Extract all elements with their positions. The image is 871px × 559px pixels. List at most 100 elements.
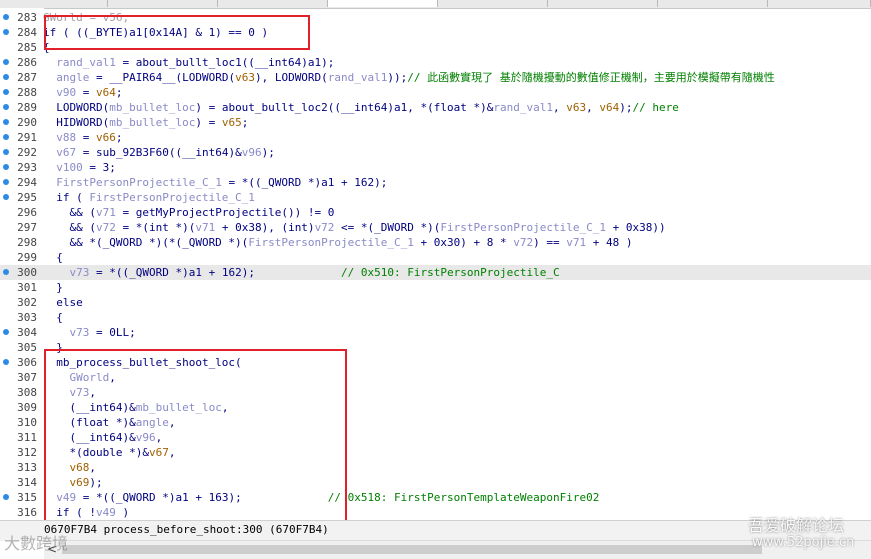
code-line[interactable]: 297 && (v72 = *(int *)(v71 + 0x38), (int… (0, 220, 871, 235)
code-line[interactable]: 291 v88 = v66; (0, 130, 871, 145)
code-text[interactable]: HIDWORD(mb_bullet_loc) = v65; (43, 115, 248, 130)
code-line[interactable]: 290 HIDWORD(mb_bullet_loc) = v65; (0, 115, 871, 130)
code-line[interactable]: 286 rand_val1 = about_bullt_loc1((__int6… (0, 55, 871, 70)
code-text[interactable]: v90 = v64; (43, 85, 122, 100)
code-line[interactable]: 312 *(double *)&v67, (0, 445, 871, 460)
code-text[interactable]: GWorld, (43, 370, 116, 385)
code-line[interactable]: 304 v73 = 0LL; (0, 325, 871, 340)
code-text[interactable]: { (43, 40, 50, 55)
tab-3[interactable] (218, 0, 328, 7)
code-line[interactable]: 314 v69); (0, 475, 871, 490)
code-line[interactable]: 308 v73, (0, 385, 871, 400)
code-text[interactable]: LODWORD(mb_bullet_loc) = about_bullt_loc… (43, 100, 679, 115)
code-text[interactable]: { (43, 250, 63, 265)
code-line[interactable]: 311 (__int64)&v96, (0, 430, 871, 445)
code-line[interactable]: 307 GWorld, (0, 370, 871, 385)
code-token: v71 (195, 221, 216, 234)
code-text[interactable]: v73 = 0LL; (43, 325, 136, 340)
tab-8[interactable] (768, 0, 871, 7)
pseudocode-editor[interactable]: 283 GWorld = v56; 284 if ( ((_BYTE)a1[0x14A… (0, 8, 871, 520)
code-line[interactable]: 315 v49 = *((_QWORD *)a1 + 163); // 0x51… (0, 490, 871, 505)
code-text[interactable]: && (v71 = getMyProjectProjectile()) != 0 (43, 205, 334, 220)
code-token: = __PAIR64__(LODWORD( (89, 71, 236, 84)
code-token: = *((_QWORD *)a1 + 162); (221, 176, 388, 189)
line-number: 302 (17, 296, 37, 309)
tab-4[interactable] (328, 0, 438, 7)
code-line[interactable]: 313 v68, (0, 460, 871, 475)
code-text[interactable]: if ( ((_BYTE)a1[0x14A] & 1) == 0 ) (43, 25, 268, 40)
code-text[interactable]: if ( !v49 ) (43, 505, 129, 520)
code-line[interactable]: 303 { (0, 310, 871, 325)
code-text[interactable]: v100 = 3; (43, 160, 116, 175)
code-line[interactable]: 302 else (0, 295, 871, 310)
code-line[interactable]: 293 v100 = 3; (0, 160, 871, 175)
code-line[interactable]: 306 mb_process_bullet_shoot_loc( (0, 355, 871, 370)
code-token: v71 (95, 206, 116, 219)
code-token: (__int64)& (43, 431, 136, 444)
code-line[interactable]: 305 } (0, 340, 871, 355)
code-line[interactable]: 288 v90 = v64; (0, 85, 871, 100)
code-text[interactable]: (float *)&angle, (43, 415, 175, 430)
code-text[interactable]: v68, (43, 460, 97, 475)
code-token: , (221, 401, 229, 414)
code-token: v67 (148, 446, 169, 459)
code-line[interactable]: 299 { (0, 250, 871, 265)
code-line[interactable]: 309 (__int64)&mb_bullet_loc, (0, 400, 871, 415)
tab-7[interactable] (658, 0, 768, 7)
tab-6[interactable] (548, 0, 658, 7)
code-line[interactable]: 295 if ( FirstPersonProjectile_C_1 (0, 190, 871, 205)
code-token: ), LODWORD( (254, 71, 328, 84)
code-line[interactable]: 298 && *(_QWORD *)(*(_QWORD *)(FirstPers… (0, 235, 871, 250)
code-line[interactable]: 292 v67 = sub_92B3F60((__int64)&v96); (0, 145, 871, 160)
code-token: && ( (43, 206, 96, 219)
code-token: + 48 ) (586, 236, 633, 249)
code-text[interactable]: else (43, 295, 83, 310)
code-text[interactable]: v49 = *((_QWORD *)a1 + 163); // 0x518: F… (43, 490, 599, 505)
code-text[interactable]: (__int64)&v96, (43, 430, 162, 445)
line-number: 287 (17, 71, 37, 84)
code-text[interactable]: && (v72 = *(int *)(v71 + 0x38), (int)v72… (43, 220, 665, 235)
code-text[interactable]: { (43, 310, 63, 325)
code-line[interactable]: 284 if ( ((_BYTE)a1[0x14A] & 1) == 0 ) (0, 25, 871, 40)
code-token: , (586, 101, 600, 114)
code-text[interactable]: *(double *)&v67, (43, 445, 175, 460)
tab-2[interactable] (108, 0, 218, 7)
code-text[interactable]: (__int64)&mb_bullet_loc, (43, 400, 228, 415)
code-line[interactable]: 285 { (0, 40, 871, 55)
code-line[interactable]: 287 angle = __PAIR64__(LODWORD(v63), LOD… (0, 70, 871, 85)
line-number: 314 (17, 476, 37, 489)
code-text[interactable]: if ( FirstPersonProjectile_C_1 (43, 190, 255, 205)
code-text[interactable]: mb_process_bullet_shoot_loc( (43, 355, 241, 370)
scrollbar-thumb[interactable] (62, 545, 762, 554)
code-text[interactable]: v67 = sub_92B3F60((__int64)&v96); (43, 145, 275, 160)
code-token: && ( (43, 221, 96, 234)
code-token: (__int64)& (43, 401, 136, 414)
code-token: v68 (69, 461, 90, 474)
code-text[interactable]: v73 = *((_QWORD *)a1 + 162); // 0x510: F… (43, 265, 560, 280)
code-text[interactable]: v69); (43, 475, 103, 490)
code-line[interactable]: 289 LODWORD(mb_bullet_loc) = about_bullt… (0, 100, 871, 115)
code-text[interactable]: FirstPersonProjectile_C_1 = *((_QWORD *)… (43, 175, 387, 190)
code-line[interactable]: 283 GWorld = v56; (0, 10, 871, 25)
code-text[interactable]: } (43, 340, 63, 355)
code-token: *(double *)& (43, 446, 149, 459)
code-line[interactable]: 300 v73 = *((_QWORD *)a1 + 162); // 0x51… (0, 265, 871, 280)
code-text[interactable]: v88 = v66; (43, 130, 122, 145)
tab-1[interactable] (0, 0, 108, 7)
code-line[interactable]: 316 if ( !v49 ) (0, 505, 871, 520)
code-text[interactable]: angle = __PAIR64__(LODWORD(v63), LODWORD… (43, 70, 775, 85)
code-text[interactable]: rand_val1 = about_bullt_loc1((__int64)a1… (43, 55, 334, 70)
code-text[interactable]: v73, (43, 385, 97, 400)
code-text[interactable]: && *(_QWORD *)(*(_QWORD *)(FirstPersonPr… (43, 235, 632, 250)
horizontal-scrollbar[interactable]: < (44, 540, 871, 559)
code-line[interactable]: 296 && (v71 = getMyProjectProjectile()) … (0, 205, 871, 220)
code-line[interactable]: 294 FirstPersonProjectile_C_1 = *((_QWOR… (0, 175, 871, 190)
code-line[interactable]: 301 } (0, 280, 871, 295)
tab-5[interactable] (438, 0, 548, 7)
code-text[interactable]: GWorld = v56; (43, 10, 129, 25)
code-text[interactable]: } (43, 280, 63, 295)
code-token: , (89, 461, 96, 474)
code-line[interactable]: 310 (float *)&angle, (0, 415, 871, 430)
